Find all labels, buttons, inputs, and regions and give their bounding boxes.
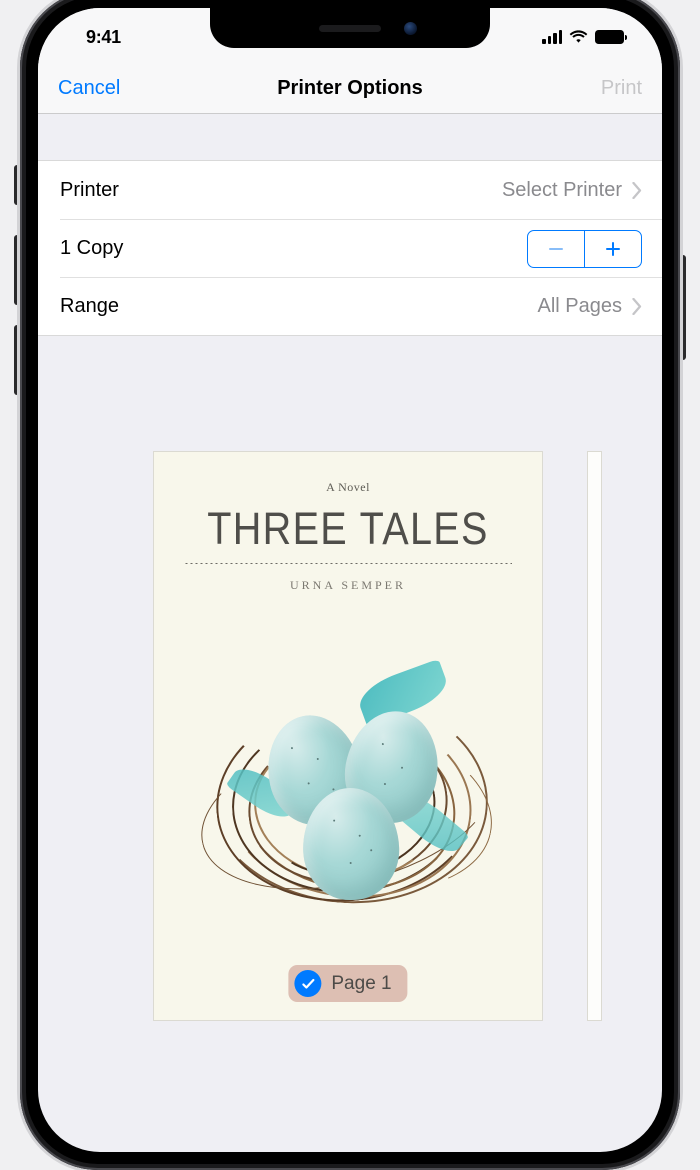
page-thumbnail[interactable]: A Novel THREE TALES URNA SEMPER bbox=[153, 451, 543, 1021]
divider bbox=[184, 563, 512, 564]
nest-illustration bbox=[198, 623, 498, 933]
printer-value: Select Printer bbox=[502, 179, 622, 202]
minus-icon bbox=[547, 240, 565, 258]
chevron-right-icon bbox=[632, 182, 642, 199]
page-label: Page 1 bbox=[331, 973, 391, 995]
page-thumbnail-next[interactable] bbox=[587, 451, 602, 1021]
printer-row[interactable]: Printer Select Printer bbox=[38, 161, 662, 219]
copies-stepper bbox=[527, 230, 642, 268]
cellular-icon bbox=[542, 30, 562, 44]
page-title: Printer Options bbox=[38, 77, 662, 100]
checkmark-icon bbox=[294, 970, 321, 997]
decrement-button[interactable] bbox=[528, 231, 584, 267]
device-notch bbox=[210, 8, 490, 48]
book-subtitle: A Novel bbox=[154, 480, 542, 495]
increment-button[interactable] bbox=[585, 231, 641, 267]
book-title: THREE TALES bbox=[204, 503, 493, 555]
wifi-icon bbox=[569, 30, 588, 44]
status-indicators bbox=[542, 30, 624, 44]
printer-label: Printer bbox=[60, 179, 119, 202]
print-button: Print bbox=[601, 77, 642, 100]
chevron-right-icon bbox=[632, 298, 642, 315]
battery-icon bbox=[595, 30, 624, 44]
range-value: All Pages bbox=[538, 295, 623, 318]
page-selected-badge[interactable]: Page 1 bbox=[288, 965, 407, 1002]
cancel-button[interactable]: Cancel bbox=[58, 77, 120, 100]
status-time: 9:41 bbox=[86, 27, 121, 48]
book-author: URNA SEMPER bbox=[154, 578, 542, 593]
range-row[interactable]: Range All Pages bbox=[60, 277, 662, 335]
copies-row: 1 Copy bbox=[60, 219, 662, 277]
copies-label: 1 Copy bbox=[60, 237, 123, 260]
preview-area[interactable]: A Novel THREE TALES URNA SEMPER bbox=[38, 336, 662, 1021]
plus-icon bbox=[604, 240, 622, 258]
range-label: Range bbox=[60, 295, 119, 318]
options-list: Printer Select Printer 1 Copy bbox=[38, 160, 662, 336]
